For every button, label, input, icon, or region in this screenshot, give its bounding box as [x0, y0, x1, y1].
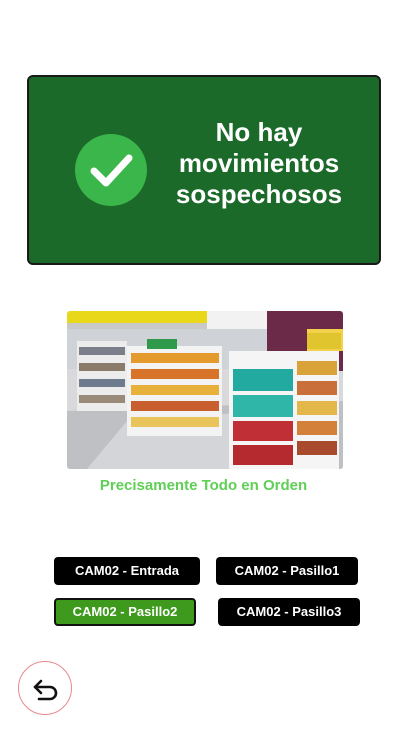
status-title: No hay movimientos sospechosos — [175, 117, 343, 209]
back-button[interactable] — [18, 661, 72, 715]
camera-button-pasillo3[interactable]: CAM02 - Pasillo3 — [218, 598, 360, 626]
camera-button-entrada[interactable]: CAM02 - Entrada — [54, 557, 200, 585]
camera-button-pasillo1[interactable]: CAM02 - Pasillo1 — [216, 557, 358, 585]
camera-feed-image — [67, 311, 343, 469]
checkmark-icon — [75, 134, 147, 206]
status-caption: Precisamente Todo en Orden — [99, 477, 308, 494]
status-card: No hay movimientos sospechosos — [27, 75, 381, 265]
back-arrow-icon — [33, 679, 58, 701]
camera-button-pasillo2[interactable]: CAM02 - Pasillo2 — [54, 598, 196, 626]
